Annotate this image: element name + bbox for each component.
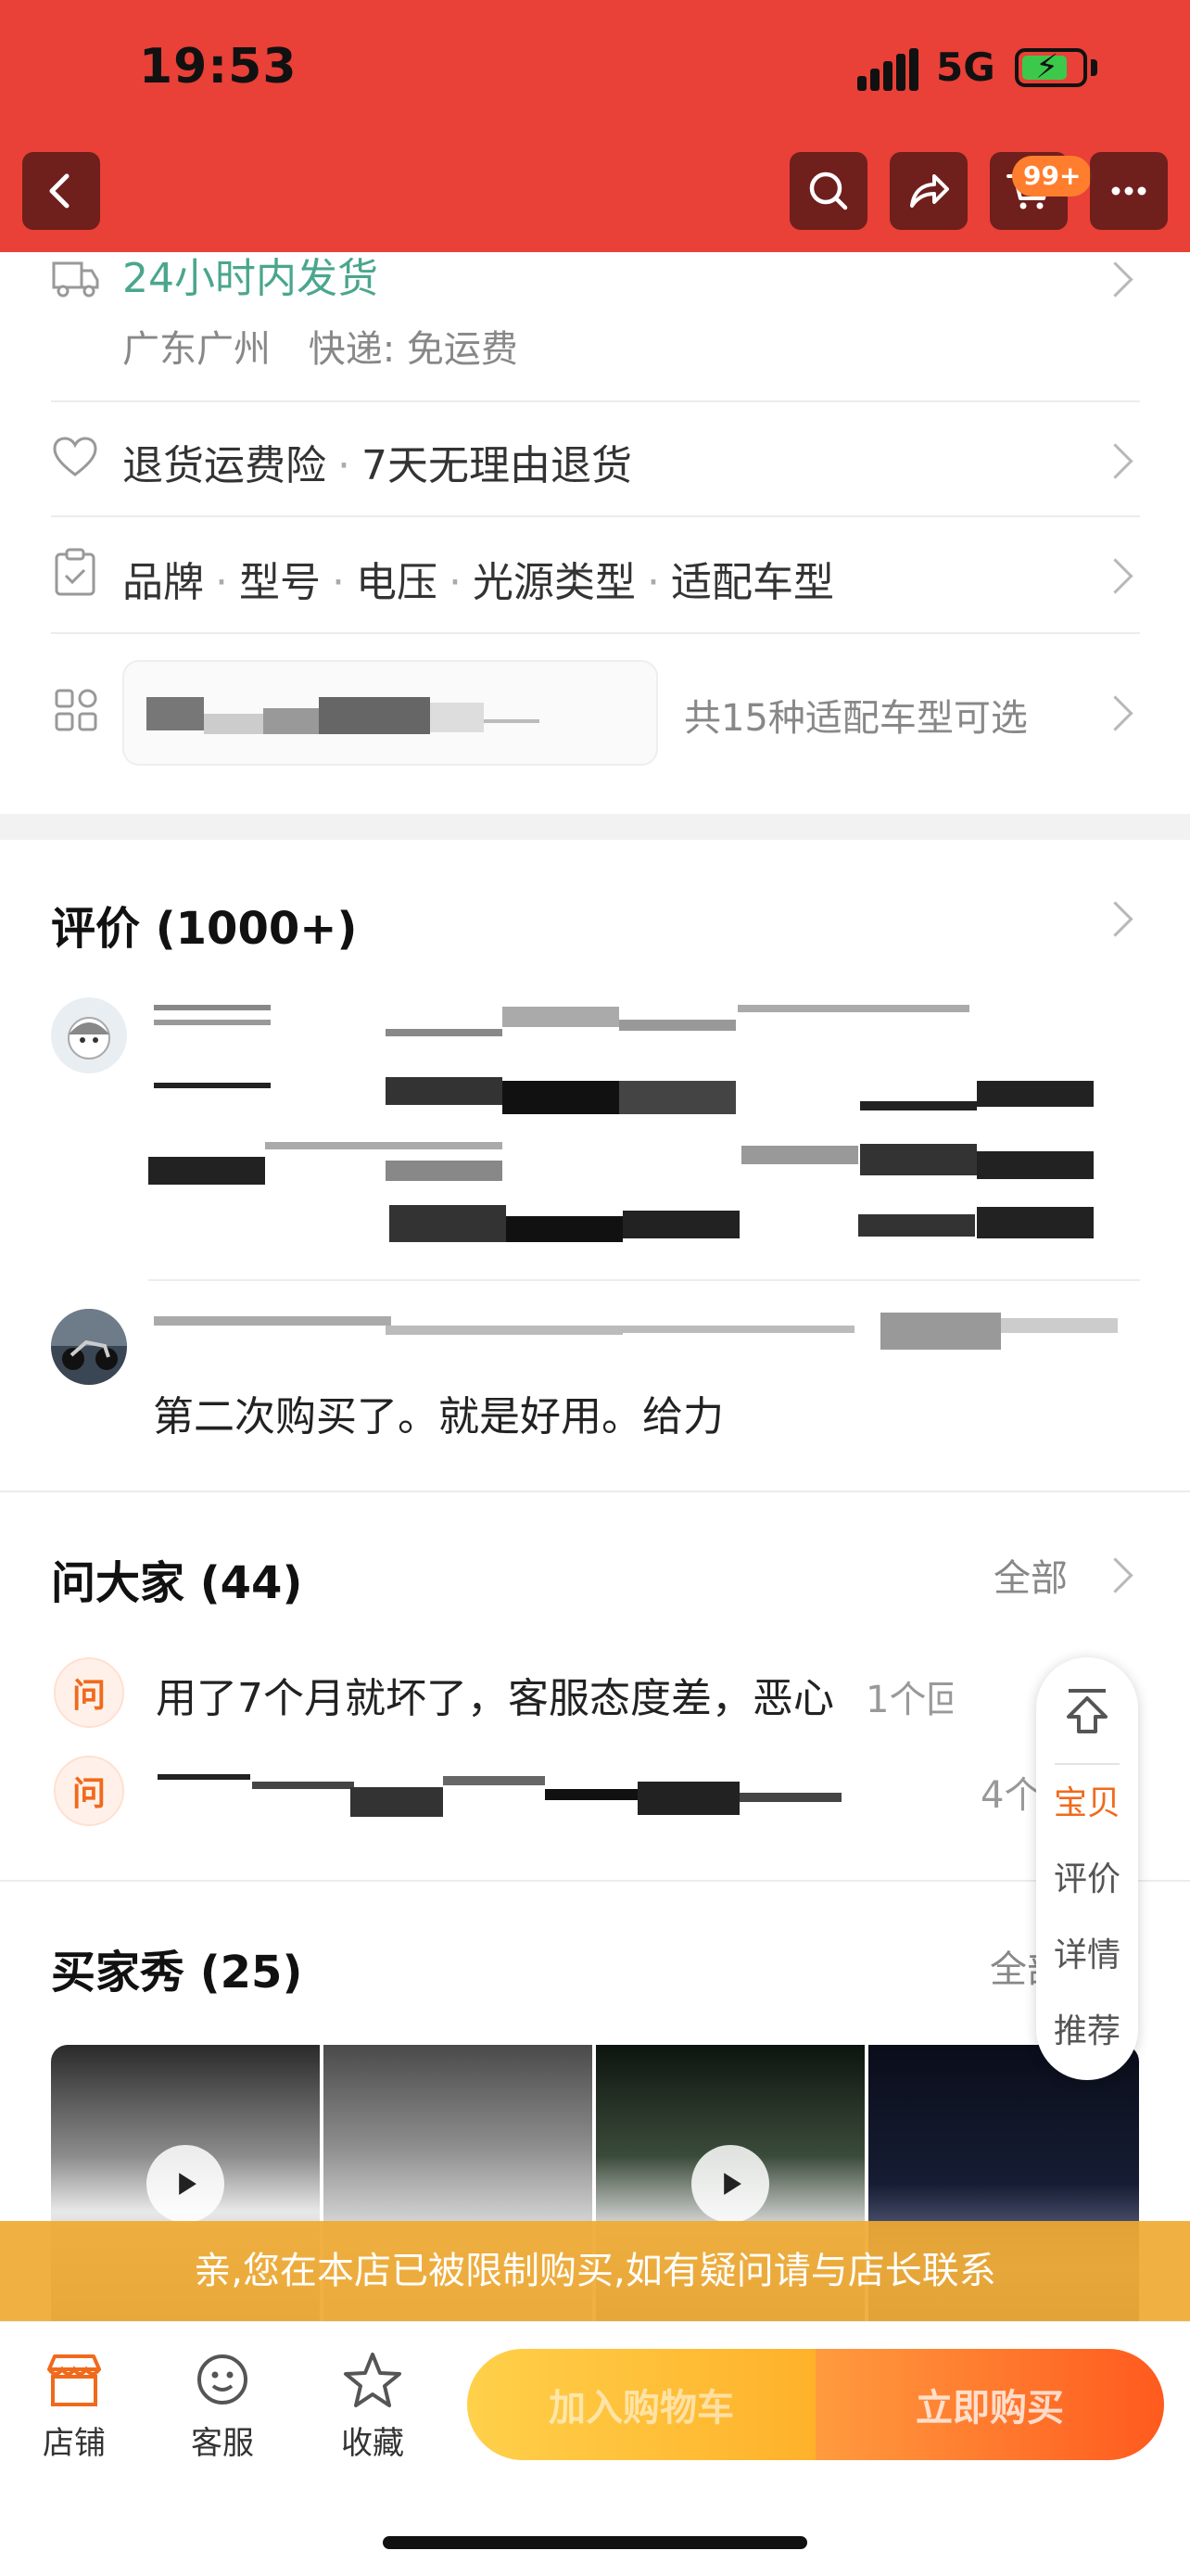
shipping-origin: 广东广州 — [122, 328, 271, 371]
play-icon — [146, 2145, 224, 2223]
service-insurance: 退货运费险 — [122, 442, 326, 489]
favorite-button[interactable]: 收藏 — [337, 2349, 408, 2469]
side-nav-item-recommend[interactable]: 推荐 — [1036, 2004, 1138, 2052]
chevron-right-icon[interactable] — [1097, 695, 1133, 731]
qa-all-link[interactable]: 全部 — [994, 1548, 1068, 1602]
signal-icon — [857, 48, 920, 91]
question-2-count: 4个 — [981, 1774, 1042, 1817]
heart-icon — [51, 434, 99, 482]
section-gap — [0, 814, 1190, 840]
share-icon — [910, 174, 949, 208]
question-1[interactable]: 用了7个月就坏了，客服态度差，恶心 1个回 — [156, 1665, 953, 1724]
add-to-cart-button[interactable]: 加入购物车 — [467, 2349, 816, 2460]
variants-summary: 共15种适配车型可选 — [684, 697, 1028, 740]
favorite-label: 收藏 — [341, 2425, 404, 2462]
battery-icon: ⚡ — [1015, 48, 1087, 87]
shop-label: 店铺 — [43, 2425, 106, 2462]
cart-badge: 99+ — [1012, 156, 1093, 197]
param-light-source: 光源类型 — [473, 559, 636, 606]
param-brand: 品牌 — [122, 559, 204, 606]
scroll-top-icon[interactable] — [1061, 1685, 1113, 1737]
avatar — [51, 997, 127, 1073]
shipping-detail: 广东广州 快递: 免运费 — [122, 319, 518, 373]
purchase-restriction-notice: 亲,您在本店已被限制购买,如有疑问请与店长联系 — [0, 2221, 1190, 2321]
home-indicator — [383, 2536, 807, 2549]
chevron-right-icon[interactable] — [1097, 901, 1133, 937]
divider — [51, 400, 1140, 402]
grid-icon — [54, 688, 98, 732]
variant-thumbnails[interactable] — [122, 660, 658, 766]
question-badge: 问 — [54, 1756, 124, 1826]
param-model: 型号 — [239, 559, 321, 606]
back-arrow-icon — [49, 173, 70, 209]
question-1-text: 用了7个月就坏了，客服态度差，恶心 — [156, 1675, 834, 1722]
question-2-text-redacted[interactable] — [156, 1761, 842, 1821]
network-type: 5G — [936, 44, 995, 90]
divider — [0, 1880, 1190, 1882]
param-vehicle: 适配车型 — [671, 559, 834, 606]
shipping-courier: 快递: 免运费 — [308, 328, 518, 371]
back-button[interactable] — [22, 152, 100, 230]
question-1-count: 1个回 — [866, 1679, 953, 1721]
side-nav-item-details[interactable]: 详情 — [1036, 1928, 1138, 1976]
chevron-right-icon[interactable] — [1097, 558, 1133, 594]
chevron-right-icon[interactable] — [1097, 261, 1133, 298]
search-button[interactable] — [790, 152, 867, 230]
review-2-user-redacted — [148, 1309, 1121, 1355]
divider — [51, 632, 1140, 634]
divider — [1055, 1763, 1120, 1765]
chat-icon — [197, 2354, 247, 2405]
divider — [148, 1279, 1140, 1281]
shop-icon — [47, 2354, 101, 2406]
more-button[interactable] — [1090, 152, 1168, 230]
side-nav-menu: 宝贝 评价 详情 推荐 — [1036, 1657, 1138, 2080]
side-nav-item-product[interactable]: 宝贝 — [1036, 1776, 1138, 1824]
chevron-right-icon[interactable] — [1097, 443, 1133, 479]
side-nav-item-reviews[interactable]: 评价 — [1036, 1852, 1138, 1900]
star-icon — [344, 2353, 401, 2407]
service-label: 客服 — [191, 2425, 254, 2462]
qa-title[interactable]: 问大家 (44) — [51, 1546, 302, 1611]
share-button[interactable] — [890, 152, 968, 230]
param-voltage: 电压 — [356, 559, 437, 606]
params-row[interactable]: 品牌 · 型号 · 电压 · 光源类型 · 适配车型 — [122, 549, 834, 608]
battery-tip — [1091, 59, 1097, 76]
chevron-right-icon[interactable] — [1097, 1557, 1133, 1593]
status-time: 19:53 — [139, 39, 298, 95]
play-icon — [691, 2145, 769, 2223]
more-dots-icon — [1111, 186, 1146, 196]
service-row[interactable]: 退货运费险 · 7天无理由退货 — [122, 432, 632, 491]
buyer-show-all-link[interactable]: 全部 — [990, 1939, 1038, 1993]
search-icon — [809, 171, 848, 210]
question-badge: 问 — [54, 1657, 124, 1728]
shipping-headline: 24小时内发货 — [122, 255, 378, 302]
avatar — [51, 1309, 127, 1385]
shop-button[interactable]: 店铺 — [39, 2349, 109, 2469]
service-returns: 7天无理由退货 — [361, 442, 632, 489]
customer-service-button[interactable]: 客服 — [187, 2349, 258, 2469]
truck-icon — [51, 256, 99, 300]
buyer-show-title[interactable]: 买家秀 (25) — [51, 1935, 302, 2000]
review-2-text: 第二次购买了。就是好用。给力 — [153, 1393, 724, 1440]
reviews-title[interactable]: 评价 (1000+) — [51, 892, 357, 957]
buy-now-button[interactable]: 立即购买 — [816, 2349, 1164, 2460]
divider — [0, 1491, 1190, 1492]
clipboard-icon — [54, 547, 96, 597]
review-1-content-redacted — [148, 997, 1103, 1248]
divider — [51, 515, 1140, 517]
